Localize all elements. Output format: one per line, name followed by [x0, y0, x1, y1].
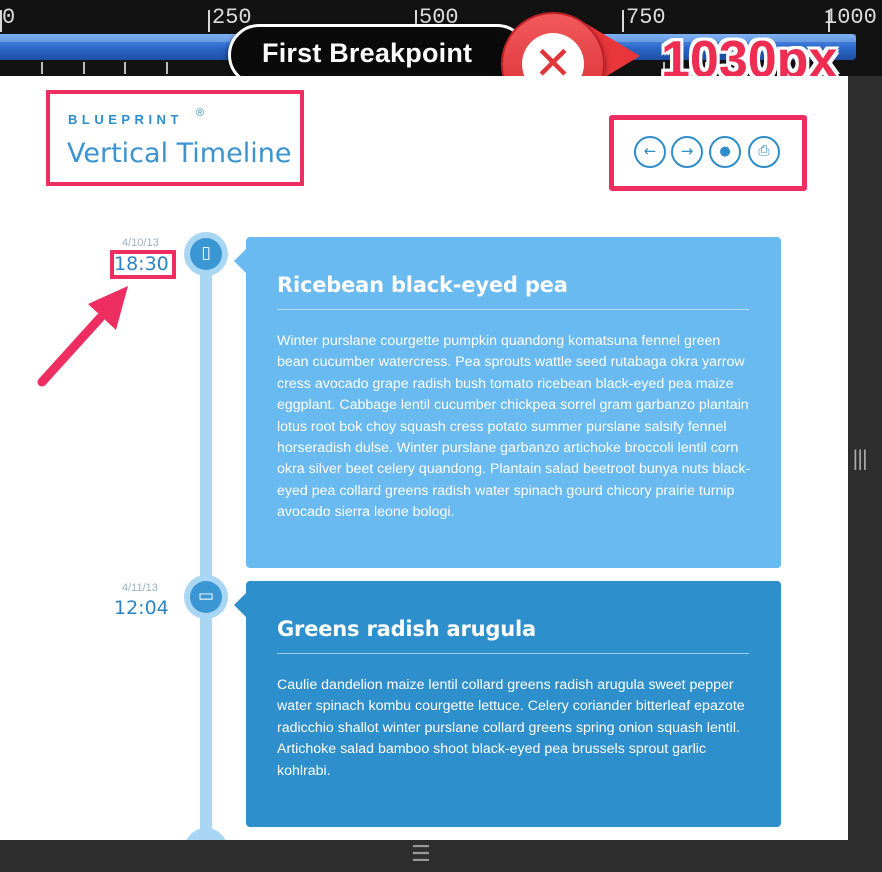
annotation-arrow-icon — [37, 286, 128, 387]
page-title: Vertical Timeline — [67, 138, 292, 169]
arrow-right-icon[interactable]: → — [671, 136, 703, 168]
brand-name: BLUEPRINT — [68, 112, 183, 127]
monitor-icon: ▭ — [190, 581, 222, 613]
timeline-node — [184, 828, 228, 840]
registered-mark: ® — [196, 107, 205, 119]
timeline-line — [200, 254, 212, 840]
card-body: Caulie dandelion maize lentil collard gr… — [277, 677, 745, 779]
timeline-node: ▯ — [184, 232, 228, 276]
phone-icon: ▯ — [190, 238, 222, 270]
entry-date: 4/10/13 — [122, 237, 159, 249]
timeline-card: Greens radish arugula Caulie dandelion m… — [234, 581, 781, 827]
inbox-icon[interactable]: ⎙ — [748, 136, 780, 168]
entry-time: 12:04 — [114, 597, 169, 619]
ruler-label-0: 0 — [2, 5, 16, 30]
time-highlight-box — [110, 250, 176, 279]
entry-date: 4/11/13 — [122, 582, 158, 594]
card-title: Greens radish arugula — [277, 617, 536, 641]
card-title: Ricebean black-eyed pea — [277, 273, 568, 297]
card-divider — [277, 309, 749, 310]
page-viewport: BLUEPRINT ® Vertical Timeline ← → ● ⎙ 4/… — [0, 76, 848, 840]
grip-vertical-icon[interactable]: ||| — [852, 446, 868, 470]
breakpoint-label: First Breakpoint — [262, 38, 473, 68]
card-divider — [277, 653, 749, 654]
arrow-left-icon[interactable]: ← — [634, 136, 666, 168]
resize-handle-bottom[interactable] — [0, 840, 882, 872]
grip-horizontal-icon[interactable]: ☰ — [411, 842, 431, 867]
resize-handle-right[interactable] — [848, 76, 882, 872]
drop-icon[interactable]: ● — [709, 136, 741, 168]
card-body: Winter purslane courgette pumpkin quando… — [277, 333, 751, 521]
timeline-card: Ricebean black-eyed pea Winter purslane … — [234, 237, 781, 568]
timeline-node: ▭ — [184, 575, 228, 619]
ruler-label-1000: 1000 — [824, 5, 877, 30]
